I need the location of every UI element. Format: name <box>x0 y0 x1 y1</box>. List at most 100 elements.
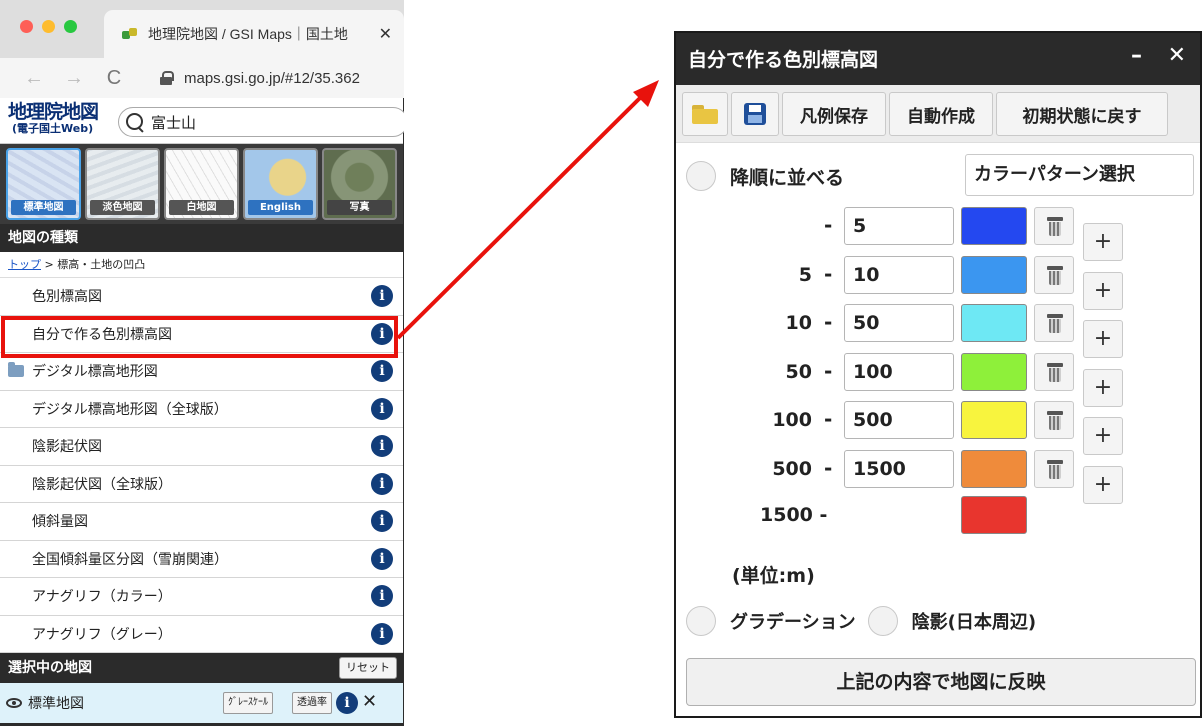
eye-icon[interactable] <box>6 698 22 708</box>
display-options: グラデーション 陰影(日本周辺) <box>686 606 1048 636</box>
range-dash: - <box>824 310 833 334</box>
address-bar[interactable]: maps.gsi.go.jp/#12/35.362 <box>184 70 360 87</box>
tab-close-icon[interactable]: ✕ <box>379 24 392 44</box>
reload-button[interactable]: C <box>100 67 128 90</box>
basemap-standard[interactable]: 標準地図 <box>6 148 81 220</box>
open-file-button[interactable] <box>682 92 728 136</box>
folder-icon <box>8 362 24 378</box>
color-swatch[interactable] <box>961 352 1027 391</box>
sort-desc-radio[interactable] <box>686 161 716 191</box>
range-to-input[interactable]: 100 <box>844 352 954 391</box>
map-type-item[interactable]: 傾斜量図 i <box>0 503 403 541</box>
save-legend-button[interactable]: 凡例保存 <box>782 92 886 136</box>
map-type-item[interactable]: 陰影起伏図（全球版） i <box>0 466 403 503</box>
basemap-blank[interactable]: 白地図 <box>164 148 239 220</box>
color-pattern-select[interactable]: カラーパターン選択 <box>965 154 1194 196</box>
selected-maps-header: 選択中の地図 リセット <box>0 653 403 683</box>
browser-toolbar: ← → C maps.gsi.go.jp/#12/35.362 <box>0 58 404 98</box>
color-swatch[interactable] <box>961 449 1027 488</box>
color-swatch[interactable] <box>961 304 1027 342</box>
color-swatch[interactable] <box>961 496 1027 534</box>
delete-range-button[interactable] <box>1034 255 1074 294</box>
map-type-item[interactable]: 全国傾斜量区分図（雪崩関連） i <box>0 541 403 578</box>
map-types-title: 地図の種類 <box>0 224 403 252</box>
info-icon[interactable]: i <box>336 692 358 714</box>
breadcrumb-top-link[interactable]: トップ <box>8 258 41 271</box>
breadcrumb: トップ > 標高・土地の凹凸 <box>0 252 403 278</box>
info-icon[interactable]: i <box>371 360 393 383</box>
range-dash: - <box>824 358 833 383</box>
back-button[interactable]: ← <box>20 67 48 90</box>
trash-icon <box>1047 459 1063 480</box>
map-type-item[interactable]: 自分で作る色別標高図 i <box>0 316 403 353</box>
map-type-item[interactable]: デジタル標高地形図 i <box>0 353 403 391</box>
range-dash: - <box>824 407 833 431</box>
basemap-label: English <box>248 200 313 215</box>
range-from: 5 <box>798 263 812 286</box>
info-icon[interactable]: i <box>371 397 393 420</box>
save-file-button[interactable] <box>731 92 779 136</box>
delete-range-button[interactable] <box>1034 207 1074 245</box>
basemap-label: 標準地図 <box>11 200 76 215</box>
map-type-label: 陰影起伏図 <box>32 439 102 456</box>
reset-button[interactable]: リセット <box>339 657 397 679</box>
trash-icon <box>1047 217 1063 237</box>
sort-desc-option[interactable]: 降順に並べる <box>686 161 844 191</box>
custom-relief-panel: 自分で作る色別標高図 – ✕ 凡例保存 自動作成 初期状態に戻す 降順に並べる … <box>674 31 1202 718</box>
delete-range-button[interactable] <box>1034 304 1074 342</box>
range-to-input[interactable]: 50 <box>844 304 954 342</box>
color-swatch[interactable] <box>961 207 1027 245</box>
map-type-item[interactable]: アナグリフ（カラー） i <box>0 578 403 616</box>
selected-map-row[interactable]: 標準地図 ｸﾞﾚｰｽｹｰﾙ 透過率 i ✕ <box>0 683 403 723</box>
basemap-photo[interactable]: 写真 <box>322 148 397 220</box>
range-to-input[interactable]: 10 <box>844 255 954 294</box>
auto-create-button[interactable]: 自動作成 <box>889 92 993 136</box>
map-type-item[interactable]: 陰影起伏図 i <box>0 428 403 466</box>
info-icon[interactable]: i <box>371 547 393 570</box>
apply-to-map-button[interactable]: 上記の内容で地図に反映 <box>686 658 1196 706</box>
delete-range-button[interactable] <box>1034 352 1074 391</box>
opacity-button[interactable]: 透過率 <box>292 692 332 714</box>
hillshade-radio[interactable] <box>867 606 898 636</box>
folder-open-icon <box>690 103 720 125</box>
color-swatch[interactable] <box>961 255 1027 294</box>
range-to-input[interactable]: 5 <box>844 207 954 245</box>
range-row: 500-1500 + <box>676 449 1200 504</box>
place-search-input[interactable]: 富士山 <box>118 107 404 137</box>
delete-range-button[interactable] <box>1034 449 1074 488</box>
info-icon[interactable]: i <box>371 510 393 533</box>
map-type-item[interactable]: アナグリフ（グレー） i <box>0 616 403 653</box>
browser-tab[interactable]: 地理院地図 / GSI Maps｜国土地 ✕ <box>104 10 404 58</box>
close-icon[interactable]: ✕ <box>1168 43 1186 68</box>
panel-title: 自分で作る色別標高図 <box>688 49 879 71</box>
range-row: -5 + <box>676 207 1200 261</box>
selected-maps-title: 選択中の地図 <box>8 660 92 676</box>
gradation-radio[interactable] <box>686 606 716 636</box>
range-to-input[interactable]: 500 <box>844 401 954 439</box>
map-type-item[interactable]: 色別標高図 i <box>0 278 403 316</box>
basemap-pale[interactable]: 淡色地図 <box>85 148 160 220</box>
app-header: 地理院地図 (電子国土Web) 富士山 <box>0 98 404 144</box>
info-icon[interactable]: i <box>371 622 393 645</box>
close-window-button[interactable] <box>20 20 33 33</box>
grayscale-button[interactable]: ｸﾞﾚｰｽｹｰﾙ <box>223 692 273 714</box>
delete-range-button[interactable] <box>1034 401 1074 439</box>
basemap-english[interactable]: English <box>243 148 318 220</box>
zoom-window-button[interactable] <box>64 20 77 33</box>
map-type-item[interactable]: デジタル標高地形図（全球版） i <box>0 391 403 428</box>
reset-initial-button[interactable]: 初期状態に戻す <box>996 92 1168 136</box>
trash-icon <box>1047 362 1063 383</box>
forward-button[interactable]: → <box>60 67 88 90</box>
color-swatch[interactable] <box>961 401 1027 439</box>
info-icon[interactable]: i <box>371 435 393 458</box>
map-type-label: アナグリフ（カラー） <box>32 589 172 606</box>
info-icon[interactable]: i <box>371 322 393 345</box>
minimize-window-button[interactable] <box>42 20 55 33</box>
info-icon[interactable]: i <box>371 472 393 495</box>
gsi-logo[interactable]: 地理院地図 (電子国土Web) <box>8 103 99 135</box>
remove-map-icon[interactable]: ✕ <box>362 691 377 712</box>
info-icon[interactable]: i <box>371 585 393 608</box>
range-to-input[interactable]: 1500 <box>844 449 954 488</box>
minimize-icon[interactable]: – <box>1131 43 1142 68</box>
info-icon[interactable]: i <box>371 285 393 308</box>
